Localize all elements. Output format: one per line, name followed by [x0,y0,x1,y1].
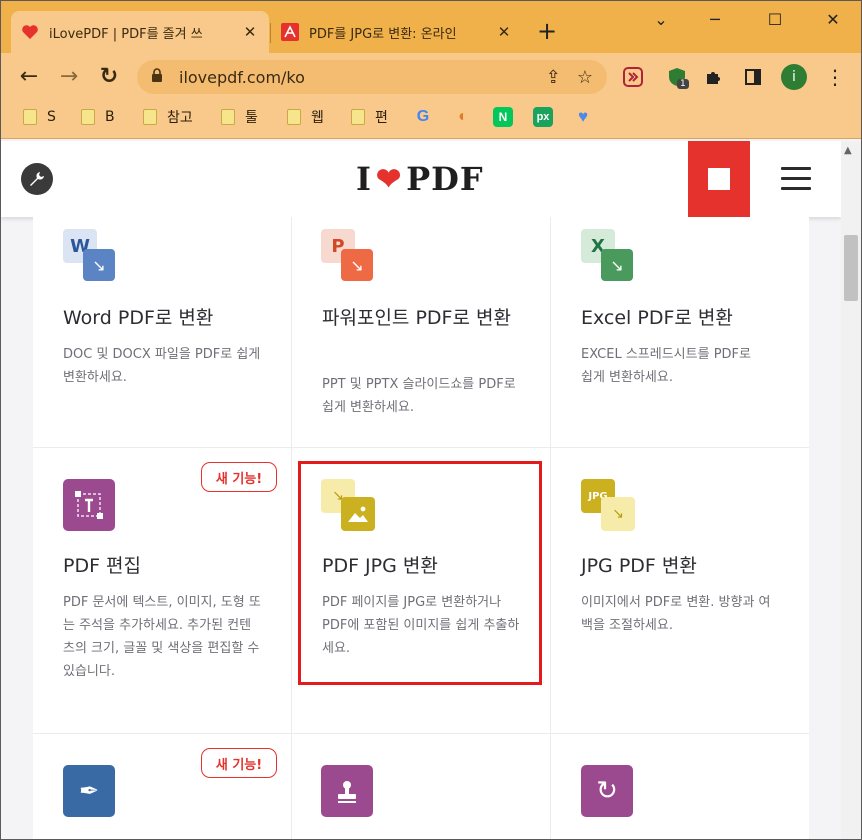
bookmark-label: 편 [375,110,388,126]
stop-button[interactable] [688,141,750,217]
bookmark-folder[interactable]: 웹 [287,107,324,127]
tool-title: 파워포인트 PDF로 변환 [322,307,511,329]
folder-icon [221,109,235,125]
folder-icon [23,109,37,125]
bookmark-folder[interactable]: B [81,107,115,127]
adobe-favicon-icon [281,23,299,41]
ilovepdf-logo[interactable]: I ❤ PDF [356,160,484,198]
jpg-to-pdf-icon[interactable]: JPG ↘ [581,479,635,533]
star-icon[interactable]: ☆ [577,67,593,88]
tool-description: PDF 문서에 텍스트, 이미지, 도형 또는 주석을 추가하세요. 추가된 컨… [63,595,261,679]
sign-pdf-icon[interactable]: ✒ [63,765,117,819]
tab-close-icon[interactable]: ✕ [241,23,259,41]
tool-description: DOC 및 DOCX 파일을 PDF로 쉽게 변환하세요. [63,347,261,385]
tab-title: iLovePDF | PDF를 즐겨 쓰 [49,26,203,42]
grid-divider [33,733,809,734]
forward-button[interactable]: → [55,63,83,91]
chevron-down-icon[interactable]: ⌄ [641,7,681,33]
lock-icon [151,68,167,86]
scrollbar-thumb[interactable] [844,235,858,301]
grid-divider [291,217,292,839]
side-panel-icon[interactable] [741,65,765,89]
highlight-box [298,461,542,685]
share-icon[interactable]: ⇪ [546,67,561,88]
tool-title: JPG PDF 변환 [581,555,697,577]
grid-divider [550,217,551,839]
tool-title: PDF 편집 [63,555,142,577]
folder-icon [287,109,301,125]
shield-extension-icon[interactable]: 1 [665,65,689,89]
tool-title: Word PDF로 변환 [63,307,214,329]
reload-button[interactable]: ↻ [95,63,123,91]
profile-avatar[interactable]: i [781,64,807,90]
bookmark-label: 참고 [167,110,193,126]
bookmark-label: B [105,109,115,125]
tool-description: 이미지에서 PDF로 변환. 방향과 여백을 조절하세요. [581,595,771,633]
excel-to-pdf-icon[interactable]: X ↘ [581,229,635,283]
tool-description: EXCEL 스프레드시트를 PDF로 쉽게 변환하세요. [581,347,751,385]
url-text: ilovepdf.com/ko [179,67,305,87]
grid-divider [33,447,809,448]
px-icon[interactable]: px [533,107,553,127]
bookmark-label: 툴 [245,110,258,126]
bookmark-folder[interactable]: 참고 [143,107,193,127]
heart-bookmark-icon[interactable]: ♥ [573,107,593,127]
bookmark-label: S [47,109,56,125]
scroll-up-arrow-icon[interactable]: ▲ [844,145,852,156]
browser-toolbar: ← → ↻ ilovepdf.com/ko ⇪ ☆ 1 i ⋮ [1,53,861,101]
maximize-button[interactable]: ☐ [755,7,795,33]
naver-icon[interactable]: N [493,107,513,127]
folder-icon [81,109,95,125]
heart-icon: ❤ [375,161,403,197]
extension-badge: 1 [677,79,689,89]
tool-title: Excel PDF로 변환 [581,307,733,329]
heart-favicon-icon [21,23,39,41]
tool-description: PPT 및 PPTX 슬라이드쇼를 PDF로 쉽게 변환하세요. [322,377,516,415]
extension-red-icon[interactable] [621,65,645,89]
tab-strip: iLovePDF | PDF를 즐겨 쓰 ✕ PDF를 JPG로 변환: 온라인… [1,1,861,53]
new-feature-badge: 새 기능! [201,748,277,778]
browser-window: iLovePDF | PDF를 즐겨 쓰 ✕ PDF를 JPG로 변환: 온라인… [0,0,862,840]
new-tab-button[interactable]: + [537,17,557,45]
browser-menu-icon[interactable]: ⋮ [823,65,847,89]
address-bar[interactable]: ilovepdf.com/ko ⇪ ☆ [137,60,607,94]
stamp-pdf-icon[interactable] [321,765,375,819]
folder-icon [351,109,365,125]
rotate-pdf-icon[interactable]: ↻ [581,765,635,819]
minimize-button[interactable]: ─ [695,7,735,33]
bookmark-label: 웹 [311,110,324,126]
bookmark-folder[interactable]: 툴 [221,107,258,127]
stop-square-icon [708,168,730,190]
back-button[interactable]: ← [15,63,43,91]
hamburger-menu-icon[interactable] [781,167,811,191]
close-window-button[interactable]: ✕ [813,7,853,33]
site-header: I ❤ PDF [1,141,841,217]
colorful-app-icon[interactable]: ◐ [453,107,473,127]
tab-title: PDF를 JPG로 변환: 온라인 [309,26,457,42]
word-to-pdf-icon[interactable]: W ↘ [63,229,117,283]
folder-icon [143,109,157,125]
ppt-to-pdf-icon[interactable]: P ↘ [321,229,375,283]
wrench-icon[interactable] [21,163,53,195]
edit-pdf-icon[interactable] [63,479,117,533]
tab-ilovepdf[interactable]: iLovePDF | PDF를 즐겨 쓰 ✕ [11,11,269,53]
google-icon[interactable]: G [413,107,433,127]
bookmark-folder[interactable]: 편 [351,107,388,127]
bookmark-folder[interactable]: S [23,107,56,127]
logo-text-left: I [356,160,372,198]
puzzle-extensions-icon[interactable] [701,65,725,89]
logo-text-right: PDF [406,160,484,198]
new-feature-badge: 새 기능! [201,462,277,492]
tab-close-icon[interactable]: ✕ [495,23,513,41]
tab-pdf-to-jpg[interactable]: PDF를 JPG로 변환: 온라인 ✕ [271,11,523,53]
